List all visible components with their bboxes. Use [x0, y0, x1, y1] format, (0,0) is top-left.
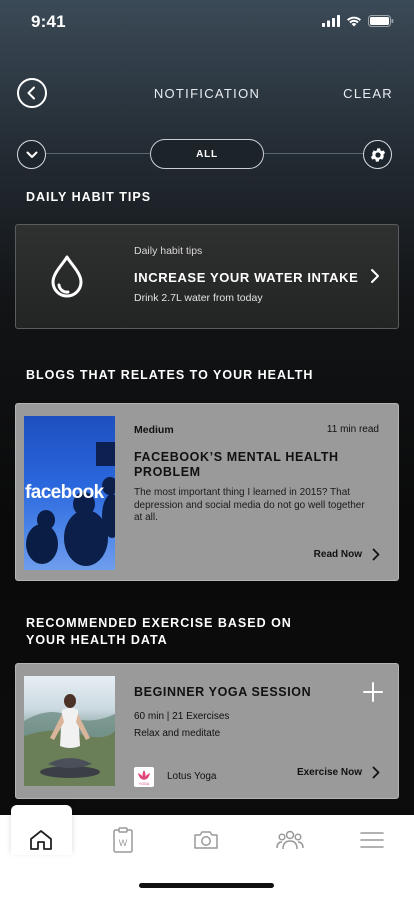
blog-image-text: facebook [25, 482, 104, 503]
camera-icon [194, 831, 218, 849]
plus-icon [363, 682, 383, 702]
filter-all-pill[interactable]: ALL [150, 139, 264, 169]
exercise-now-button[interactable]: Exercise Now [297, 766, 380, 779]
collapse-button[interactable] [17, 140, 46, 169]
home-indicator [139, 883, 274, 888]
clear-button[interactable]: CLEAR [343, 86, 393, 101]
exercise-card[interactable]: BEGINNER YOGA SESSION 60 min | 21 Exerci… [15, 663, 399, 799]
header: NOTIFICATION CLEAR [0, 78, 414, 108]
wifi-icon [347, 16, 361, 27]
exercise-meta: 60 min | 21 Exercises [134, 711, 230, 722]
exercise-now-label: Exercise Now [296, 767, 362, 778]
menu-icon [360, 832, 384, 848]
tab-journal[interactable]: W [103, 825, 143, 855]
tab-bar: W [0, 805, 414, 897]
tip-description: Drink 2.7L water from today [134, 292, 263, 304]
chevron-right-icon [372, 548, 380, 561]
section-title-daily-tips: DAILY HABIT TIPS [26, 190, 152, 204]
blog-title: FACEBOOK’S MENTAL HEALTH PROBLEM [134, 450, 339, 479]
chevron-right-icon [370, 268, 380, 289]
chevron-right-icon [372, 766, 380, 779]
filter-row: ALL [0, 139, 414, 169]
blog-source: Medium [134, 424, 174, 436]
clipboard-letter: W [119, 838, 128, 848]
section-title-exercise-line2: YOUR HEALTH DATA [26, 633, 168, 647]
exercise-thumbnail [24, 676, 115, 786]
add-exercise-button[interactable] [363, 682, 383, 707]
cellular-signal-icon [322, 15, 340, 27]
blog-read-time: 11 min read [326, 424, 379, 435]
home-icon [30, 830, 52, 850]
settings-button[interactable] [363, 140, 392, 169]
water-drop-icon [49, 255, 85, 304]
battery-icon [368, 15, 394, 27]
status-icons [322, 15, 394, 27]
tab-home[interactable] [21, 825, 61, 855]
tab-camera[interactable] [186, 825, 226, 855]
tip-title: INCREASE YOUR WATER INTAKE [134, 270, 359, 285]
clipboard-icon: W [113, 827, 133, 853]
status-time: 9:41 [31, 12, 66, 31]
tip-label: Daily habit tips [134, 245, 203, 257]
chevron-down-icon [26, 151, 37, 158]
section-title-exercise: RECOMMENDED EXERCISE BASED ON YOUR HEALT… [26, 615, 292, 649]
exercise-provider: Lotus Yoga [167, 771, 217, 782]
daily-tip-card[interactable]: Daily habit tips INCREASE YOUR WATER INT… [15, 224, 399, 329]
gear-icon [370, 147, 385, 162]
read-now-button[interactable]: Read Now [314, 548, 380, 561]
tab-community[interactable] [270, 825, 310, 855]
section-title-exercise-line1: RECOMMENDED EXERCISE BASED ON [26, 616, 292, 630]
tab-menu[interactable] [352, 825, 392, 855]
community-icon [276, 830, 304, 850]
blog-card[interactable]: facebook Medium 11 min read FACEBOOK’S M… [15, 403, 399, 581]
lotus-logo-icon: YOGA [134, 767, 154, 787]
exercise-title: BEGINNER YOGA SESSION [134, 685, 312, 699]
section-title-blogs: BLOGS THAT RELATES TO YOUR HEALTH [26, 368, 314, 382]
status-bar: 9:41 [0, 0, 414, 44]
read-now-label: Read Now [313, 549, 362, 560]
blog-thumbnail: facebook [24, 416, 115, 570]
exercise-description: Relax and meditate [134, 728, 221, 739]
lotus-logo-text: YOGA [139, 782, 150, 786]
blog-description: The most important thing I learned in 20… [134, 487, 365, 523]
